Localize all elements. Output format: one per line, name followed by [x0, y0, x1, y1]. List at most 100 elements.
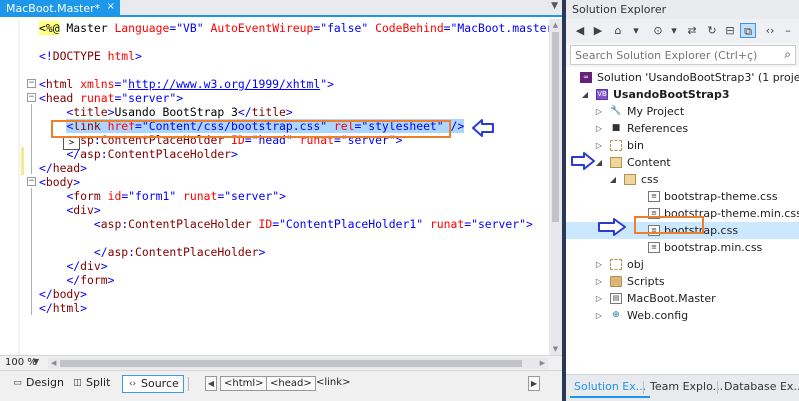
- code-line: <div>: [0, 203, 549, 217]
- tab-solution-explorer[interactable]: Solution Ex...: [570, 378, 651, 398]
- breadcrumb-forward-icon[interactable]: ▶: [528, 376, 540, 391]
- code-line-text: <head runat="server">: [39, 91, 184, 105]
- code-line: − <html xmlns="http://www.w3.org/1999/xh…: [0, 77, 549, 91]
- collapsed-icon[interactable]: ▷: [594, 273, 604, 290]
- tree-item-references[interactable]: ▷ ■ References: [566, 120, 799, 137]
- divider: [188, 377, 189, 391]
- collapsed-icon[interactable]: ▷: [594, 120, 604, 137]
- split-view-button[interactable]: ◫ Split: [68, 375, 114, 393]
- view-code-icon[interactable]: ‹›: [762, 23, 778, 38]
- tree-item-project[interactable]: ◢ VB UsandoBootStrap3: [566, 86, 799, 103]
- divider: [643, 381, 644, 394]
- tree-item-label: bootstrap.css: [664, 224, 739, 237]
- scroll-down-icon[interactable]: ▼: [549, 343, 562, 355]
- folder-open-icon: [624, 174, 636, 185]
- tree-item-content[interactable]: ◢ Content: [566, 154, 799, 171]
- tree-item-my-project[interactable]: ▷ 🔧 My Project: [566, 103, 799, 120]
- breadcrumb-back-icon[interactable]: ◀: [205, 376, 217, 391]
- chevron-down-icon[interactable]: ▼: [33, 357, 39, 366]
- expanded-icon[interactable]: ◢: [608, 171, 618, 188]
- sync-icon[interactable]: ⇄: [684, 23, 700, 38]
- expanded-icon[interactable]: ◢: [580, 86, 590, 103]
- chevron-down-icon[interactable]: ▾: [666, 23, 682, 38]
- forward-icon[interactable]: ▶: [590, 23, 606, 38]
- tree-item-scripts[interactable]: ▷ Scripts: [566, 273, 799, 290]
- code-line: <title>Usando BootStrap 3</title>: [0, 105, 549, 119]
- master-page-icon: ▤: [610, 293, 622, 304]
- tool-window-tabs: Solution Ex... Team Explo... Database Ex…: [566, 374, 799, 401]
- close-icon[interactable]: ×: [107, 1, 115, 12]
- tab-database-explorer[interactable]: Database Ex...: [720, 378, 799, 398]
- document-tab[interactable]: MacBoot.Master* ×: [0, 0, 120, 17]
- tree-item-bootstrap-min-css[interactable]: ≡ bootstrap.min.css: [566, 239, 799, 256]
- tree-item-label: obj: [627, 258, 644, 271]
- fold-toggle-icon[interactable]: −: [27, 177, 36, 186]
- scroll-up-icon[interactable]: ▲: [549, 19, 562, 31]
- code-line-text: </div>: [66, 259, 108, 273]
- breadcrumb-head[interactable]: <head>: [266, 376, 316, 391]
- breadcrumb-link[interactable]: <link>: [313, 376, 353, 391]
- tree-item-solution[interactable]: ∞ Solution 'UsandoBootStrap3' (1 project…: [566, 69, 799, 86]
- refresh-icon[interactable]: ↻: [704, 23, 720, 38]
- css-file-icon: ≡: [648, 208, 660, 219]
- fold-toggle-icon[interactable]: −: [27, 79, 36, 88]
- code-line-text: <html xmlns="http://www.w3.org/1999/xhtm…: [39, 77, 334, 91]
- css-file-icon: ≡: [648, 225, 660, 236]
- fold-toggle-icon[interactable]: −: [27, 93, 36, 102]
- tree-item-web-config[interactable]: ▷ ⊕ Web.config: [566, 307, 799, 324]
- code-line-text: <!DOCTYPE html>: [39, 49, 142, 63]
- code-line: </asp:ContentPlaceHolder>: [0, 147, 549, 161]
- code-area[interactable]: <%@ Master Language="VB" AutoEventWireup…: [0, 19, 549, 355]
- scroll-right-icon[interactable]: ▶: [540, 358, 545, 369]
- split-icon: ◫: [73, 378, 82, 388]
- scrollbar-thumb[interactable]: [552, 32, 559, 222]
- back-icon[interactable]: ◀: [572, 23, 588, 38]
- chevron-down-icon[interactable]: ▾: [628, 23, 644, 38]
- search-input[interactable]: [575, 48, 765, 62]
- smart-tag-icon[interactable]: >: [63, 137, 80, 150]
- chevron-down-icon[interactable]: ▼: [551, 1, 558, 11]
- scrollbar-thumb[interactable]: [60, 360, 522, 367]
- folder-icon: [610, 140, 622, 151]
- pin-icon[interactable]: –: [780, 23, 796, 38]
- solution-explorer-title: Solution Explorer: [566, 0, 799, 19]
- view-switcher-bar: ▭ Design ◫ Split ‹› Source ◀ <html> <hea…: [0, 370, 562, 401]
- design-view-button[interactable]: ▭ Design: [8, 375, 68, 393]
- tree-item-css[interactable]: ◢ css: [566, 171, 799, 188]
- collapsed-icon[interactable]: ▷: [594, 290, 604, 307]
- code-line-text: </head>: [39, 161, 88, 175]
- home-icon[interactable]: ⌂: [610, 23, 626, 38]
- tree-item-bootstrap-theme-css[interactable]: ≡ bootstrap-theme.css: [566, 188, 799, 205]
- code-line-text: <asp:ContentPlaceHolder ID="ContentPlace…: [93, 217, 533, 231]
- breadcrumb-html[interactable]: <html>: [220, 376, 268, 391]
- code-line-text: </body>: [39, 287, 88, 301]
- code-line: <asp:ContentPlaceHolder ID="head" runat=…: [0, 133, 549, 175]
- code-line: <asp:ContentPlaceHolder ID="ContentPlace…: [0, 217, 549, 231]
- folder-open-icon: [610, 157, 622, 168]
- tree-item-bin[interactable]: ▷ bin: [566, 137, 799, 154]
- annotation-arrow-right-icon: [598, 218, 626, 236]
- solution-explorer-search[interactable]: ⌕: [570, 45, 796, 65]
- tab-team-explorer[interactable]: Team Explo...: [646, 378, 727, 398]
- tree-item-macboot-master[interactable]: ▷ ▤ MacBoot.Master: [566, 290, 799, 307]
- code-line-text: </html>: [39, 301, 88, 315]
- tree-item-label: bootstrap-theme.min.css: [664, 207, 799, 220]
- search-icon[interactable]: ⌕: [784, 47, 791, 62]
- config-file-icon: ⊕: [612, 310, 620, 320]
- tree-item-label: Web.config: [627, 309, 689, 322]
- horizontal-scrollbar[interactable]: ◀ ▶: [48, 358, 548, 369]
- code-line-text: <body>: [39, 175, 81, 189]
- collapsed-icon[interactable]: ▷: [594, 307, 604, 324]
- pending-changes-icon[interactable]: ⊙: [650, 23, 666, 38]
- collapsed-icon[interactable]: ▷: [594, 103, 604, 120]
- scroll-left-icon[interactable]: ◀: [51, 358, 56, 369]
- show-all-files-icon[interactable]: ⧉: [740, 23, 756, 38]
- vertical-scrollbar[interactable]: ▲ ▼: [549, 19, 562, 355]
- references-icon: ■: [611, 123, 621, 133]
- tree-item-obj[interactable]: ▷ obj: [566, 256, 799, 273]
- collapse-all-icon[interactable]: ⊟: [722, 23, 738, 38]
- document-tab-bar: MacBoot.Master* × ▼: [0, 0, 562, 17]
- collapsed-icon[interactable]: ▷: [594, 256, 604, 273]
- source-view-button[interactable]: ‹› Source: [122, 375, 184, 393]
- zoom-level[interactable]: 100 %: [5, 357, 37, 368]
